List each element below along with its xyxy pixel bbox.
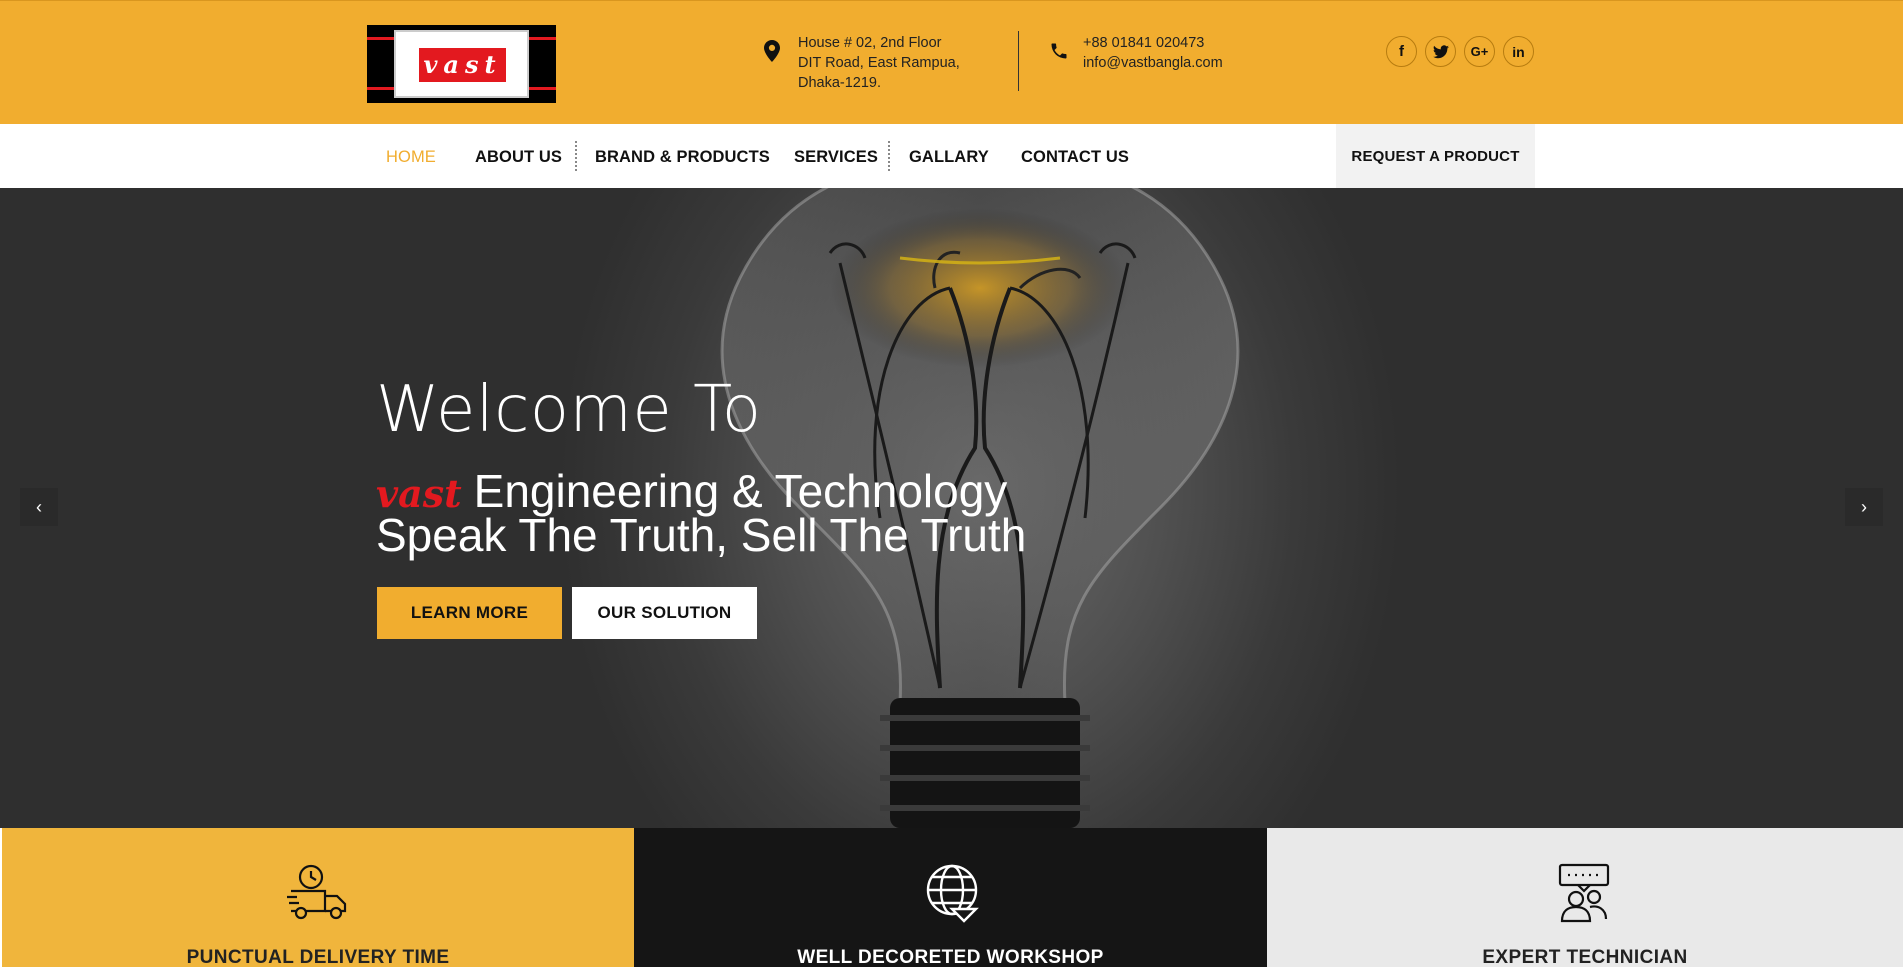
slider-prev-icon[interactable]: ‹ [20,488,58,526]
feature-title: PUNCTUAL DELIVERY TIME [186,947,450,967]
hero-tagline: Speak The Truth, Sell The Truth [376,509,1027,561]
logo-card: vast [394,30,529,98]
nav-contact-us[interactable]: CONTACT US [1021,148,1129,167]
phone-number[interactable]: +88 01841 020473 [1083,33,1223,53]
logo-text: vast [419,48,506,82]
feature-technician: EXPERT TECHNICIAN [1267,828,1903,967]
address-line: Dhaka-1219. [798,75,882,91]
feature-delivery: PUNCTUAL DELIVERY TIME [2,828,634,967]
our-solution-button[interactable]: OUR SOLUTION [572,587,757,639]
nav-services[interactable]: SERVICES [794,148,878,167]
learn-more-button[interactable]: LEARN MORE [377,587,562,639]
twitter-bird-icon [1432,44,1449,58]
globe-icon [926,864,979,923]
phone-icon [1051,43,1067,59]
address-line: DIT Road, East Rampua, [798,55,960,71]
address-line: House # 02, 2nd Floor [798,35,942,51]
feature-workshop: WELL DECORETED WORKSHOP [634,828,1267,967]
contact-divider [1018,31,1019,91]
google-plus-icon[interactable]: G+ [1464,36,1495,67]
nav-gallary[interactable]: GALLARY [909,148,989,167]
facebook-icon[interactable]: f [1386,36,1417,67]
phone-email-block: +88 01841 020473 info@vastbangla.com [1083,33,1223,73]
nav-separator [575,141,577,171]
delivery-truck-icon [287,864,347,920]
nav-home[interactable]: HOME [386,148,436,167]
nav-brand-products[interactable]: BRAND & PRODUCTS [595,148,770,167]
twitter-icon[interactable] [1425,36,1456,67]
technician-chat-icon [1558,863,1610,923]
request-product-button[interactable]: REQUEST A PRODUCT [1336,124,1535,188]
hero-slider: Welcome To vast Engineering & Technology … [0,188,1903,828]
location-pin-icon [764,40,780,62]
vast-logo[interactable]: vast [367,25,556,103]
nav-about-us[interactable]: ABOUT US [475,148,562,167]
email-address[interactable]: info@vastbangla.com [1083,53,1223,73]
slider-next-icon[interactable]: › [1845,488,1883,526]
main-navigation: HOME ABOUT US BRAND & PRODUCTS SERVICES … [0,124,1903,188]
linkedin-icon[interactable]: in [1503,36,1534,67]
address-block: House # 02, 2nd Floor DIT Road, East Ram… [798,33,960,93]
feature-title: EXPERT TECHNICIAN [1482,947,1688,967]
hero-welcome-text: Welcome To [376,373,762,447]
feature-title: WELL DECORETED WORKSHOP [797,947,1104,967]
top-bar: vast House # 02, 2nd Floor DIT Road, Eas… [0,0,1903,124]
nav-separator [888,141,890,171]
